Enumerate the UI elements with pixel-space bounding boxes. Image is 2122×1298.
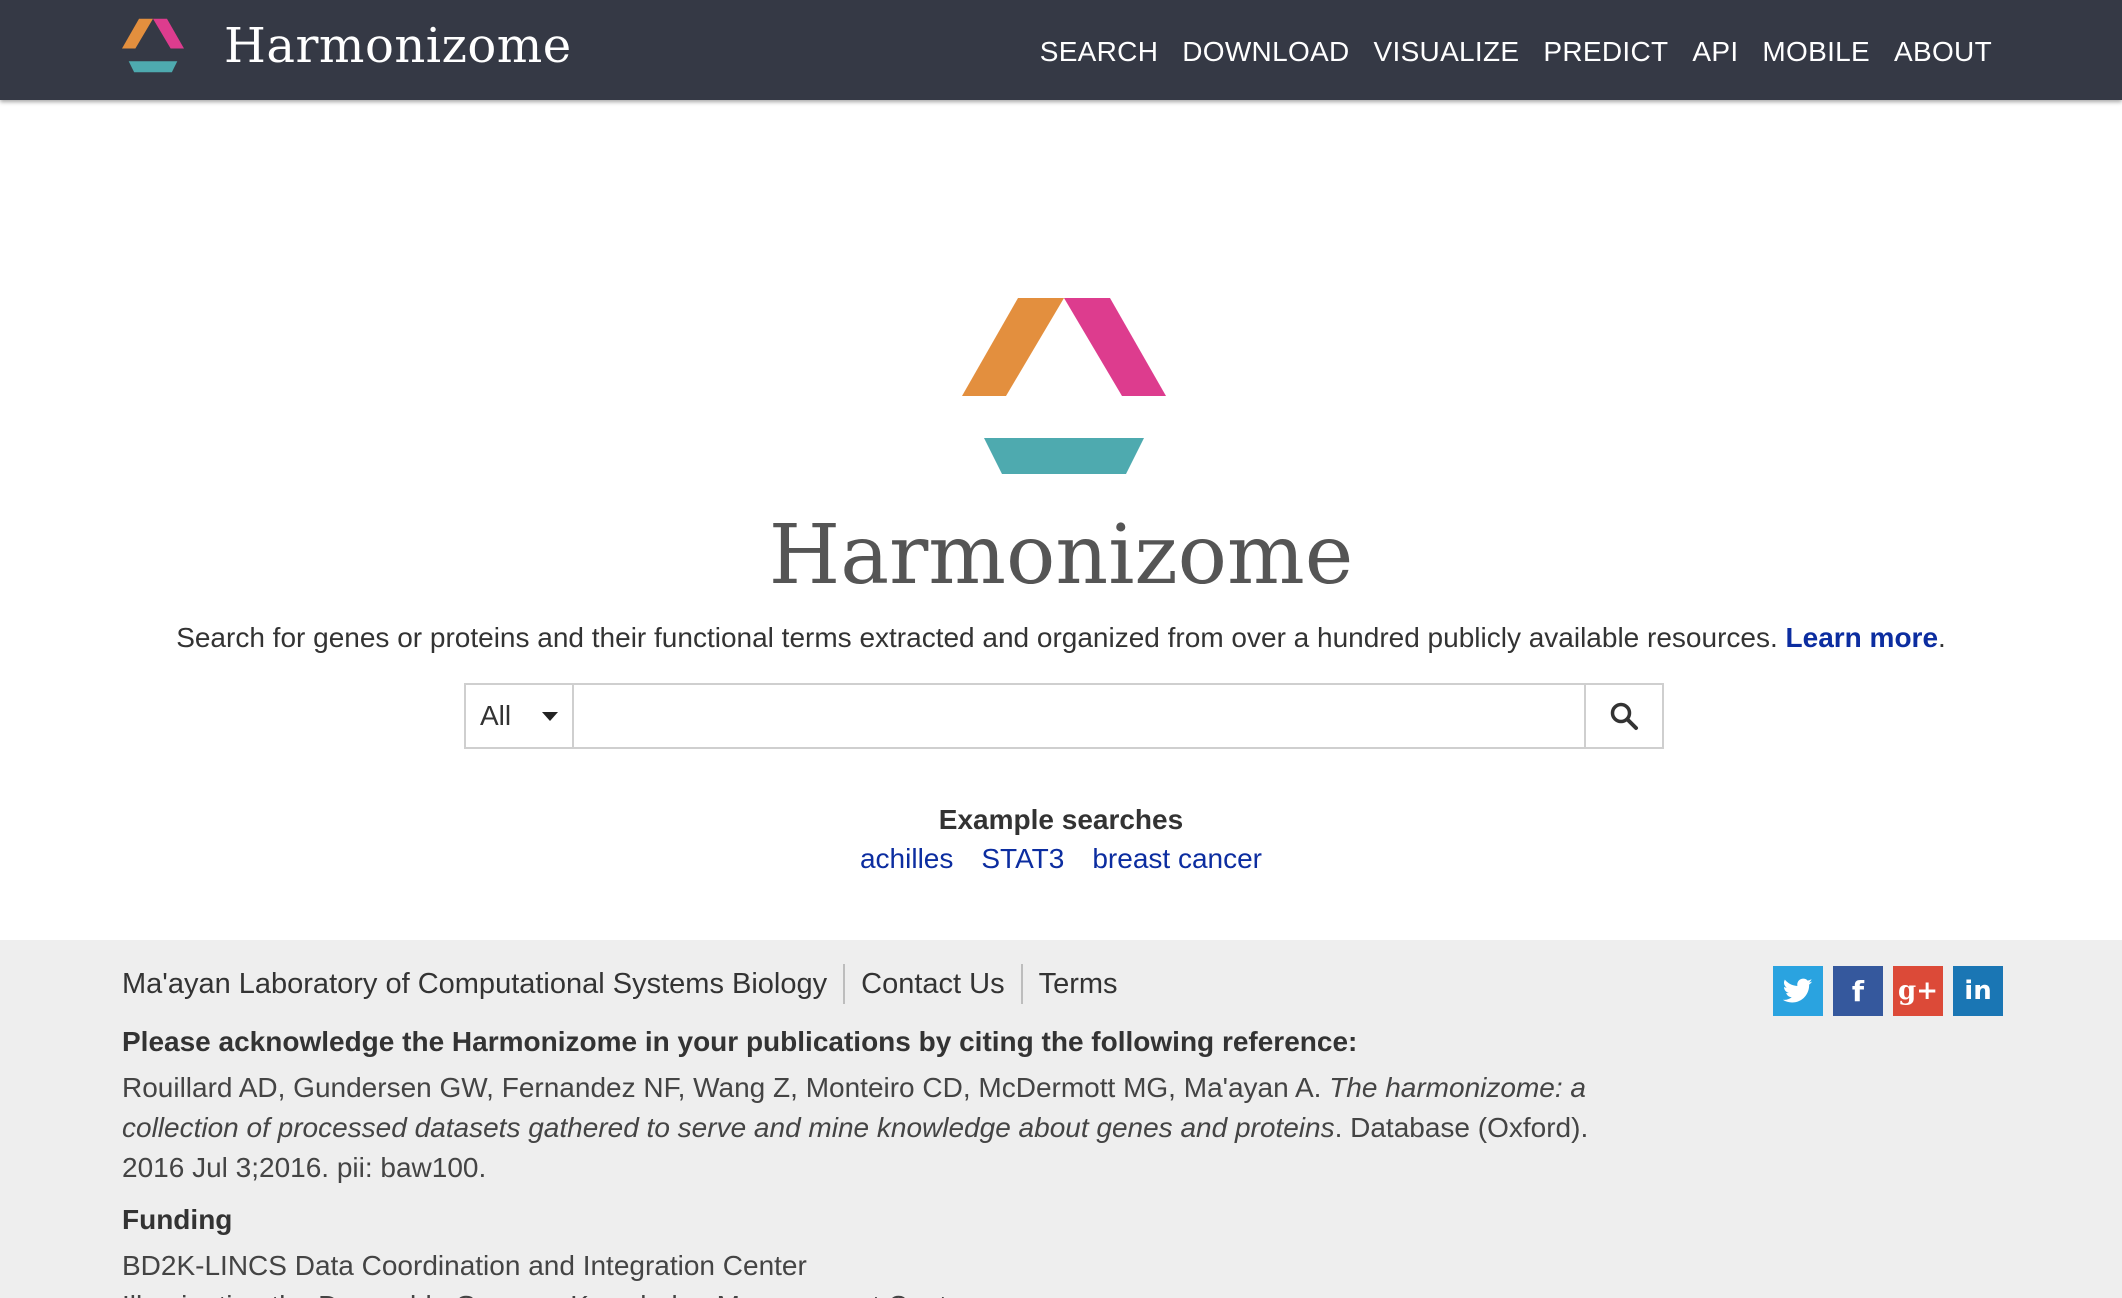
search-button[interactable] <box>1584 685 1662 747</box>
nav-predict[interactable]: PREDICT <box>1543 36 1668 68</box>
nav-api[interactable]: API <box>1692 36 1738 68</box>
footer: Ma'ayan Laboratory of Computational Syst… <box>0 940 2122 1298</box>
caret-down-icon <box>542 711 558 721</box>
footer-links: Ma'ayan Laboratory of Computational Syst… <box>122 964 1134 1004</box>
citation-authors: Rouillard AD, Gundersen GW, Fernandez NF… <box>122 1072 1322 1103</box>
nav-links: SEARCH DOWNLOAD VISUALIZE PREDICT API MO… <box>1040 36 1992 68</box>
example-search-breast-cancer[interactable]: breast cancer <box>1092 843 1262 875</box>
footer-lab-link[interactable]: Ma'ayan Laboratory of Computational Syst… <box>122 968 843 1001</box>
social-links: f g+ in <box>1773 966 2003 1016</box>
learn-more-link[interactable]: Learn more <box>1786 622 1939 653</box>
funding-item: Illuminating the Druggable Genome Knowle… <box>122 1290 972 1298</box>
google-plus-icon[interactable]: g+ <box>1893 966 1943 1016</box>
nav-about[interactable]: ABOUT <box>1894 36 1992 68</box>
footer-contact-link[interactable]: Contact Us <box>845 968 1020 1001</box>
tagline-text: Search for genes or proteins and their f… <box>176 622 1778 653</box>
search-bar: All <box>464 683 1664 749</box>
citation-heading: Please acknowledge the Harmonizome in yo… <box>122 1026 1358 1057</box>
twitter-icon[interactable] <box>1773 966 1823 1016</box>
facebook-icon[interactable]: f <box>1833 966 1883 1016</box>
funding-heading: Funding <box>122 1204 233 1235</box>
tagline: Search for genes or proteins and their f… <box>0 622 2122 654</box>
example-searches: achilles STAT3 breast cancer <box>0 843 2122 875</box>
nav-search[interactable]: SEARCH <box>1040 36 1159 68</box>
example-search-achilles[interactable]: achilles <box>860 843 953 875</box>
hero-title: Harmonizome <box>768 508 1354 603</box>
search-icon <box>1610 702 1638 730</box>
example-search-stat3[interactable]: STAT3 <box>981 843 1064 875</box>
nav-mobile[interactable]: MOBILE <box>1762 36 1870 68</box>
top-navbar: Harmonizome SEARCH DOWNLOAD VISUALIZE PR… <box>0 0 2122 100</box>
harmonizome-logo-icon[interactable] <box>122 18 184 73</box>
search-category-value: All <box>480 700 512 731</box>
footer-terms-link[interactable]: Terms <box>1023 968 1134 1001</box>
tagline-period: . <box>1938 622 1946 653</box>
example-searches-title: Example searches <box>938 804 1184 835</box>
search-category-select[interactable]: All <box>466 685 574 747</box>
twitter-bird-icon <box>1783 978 1813 1003</box>
hero-logo-icon <box>962 298 1166 474</box>
nav-visualize[interactable]: VISUALIZE <box>1374 36 1520 68</box>
linkedin-icon[interactable]: in <box>1953 966 2003 1016</box>
search-input[interactable] <box>574 685 1584 747</box>
citation-text: Rouillard AD, Gundersen GW, Fernandez NF… <box>122 1068 1632 1188</box>
brand-name[interactable]: Harmonizome <box>224 18 572 74</box>
nav-download[interactable]: DOWNLOAD <box>1182 36 1349 68</box>
funding-item: BD2K-LINCS Data Coordination and Integra… <box>122 1250 807 1281</box>
